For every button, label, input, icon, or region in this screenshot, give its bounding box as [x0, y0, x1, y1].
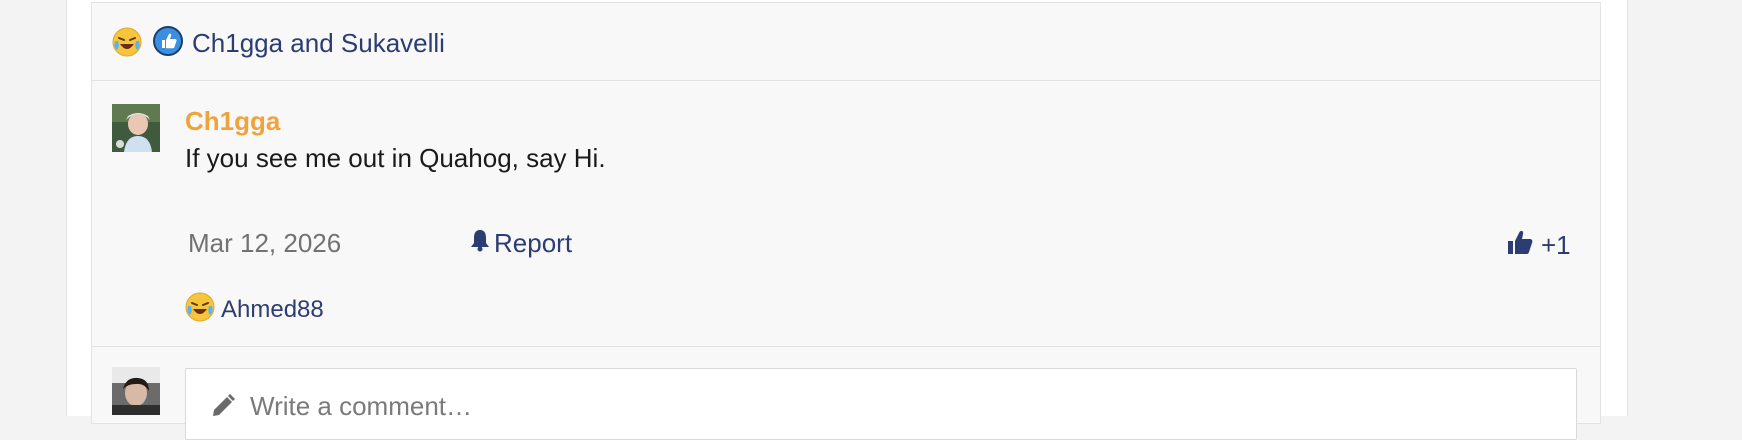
bell-icon: [470, 228, 490, 259]
comment-author-link[interactable]: Ch1gga: [185, 106, 280, 137]
comment-date[interactable]: Mar 12, 2026: [188, 228, 341, 259]
report-button[interactable]: Report: [470, 228, 572, 259]
thumbs-up-icon: [1507, 228, 1533, 263]
current-user-avatar[interactable]: [112, 367, 160, 415]
report-label: Report: [494, 228, 573, 258]
reaction-names-link[interactable]: Ch1gga and Sukavelli: [192, 28, 445, 59]
like-count: +1: [1541, 230, 1571, 260]
comment-text: If you see me out in Quahog, say Hi.: [185, 143, 606, 173]
comments-section: Ch1gga and Sukavelli Ch1gga If you see m…: [91, 2, 1601, 440]
laughing-crying-emoji-icon: [112, 27, 142, 62]
comment-input-box[interactable]: [185, 368, 1577, 440]
thumbs-up-circle-icon: [152, 25, 184, 62]
comment-reaction[interactable]: Ahmed88: [185, 292, 324, 327]
comment-input[interactable]: [248, 389, 1552, 423]
laughing-crying-emoji-icon: [185, 292, 215, 327]
comment-item: Ch1gga If you see me out in Quahog, say …: [92, 81, 1600, 347]
comment-composer: [92, 347, 1600, 440]
comment-reaction-names[interactable]: Ahmed88: [221, 296, 324, 324]
pencil-icon: [210, 393, 236, 424]
like-button[interactable]: +1: [1507, 228, 1571, 263]
avatar[interactable]: [112, 104, 160, 152]
post-reactions-bar[interactable]: Ch1gga and Sukavelli: [92, 3, 1600, 81]
